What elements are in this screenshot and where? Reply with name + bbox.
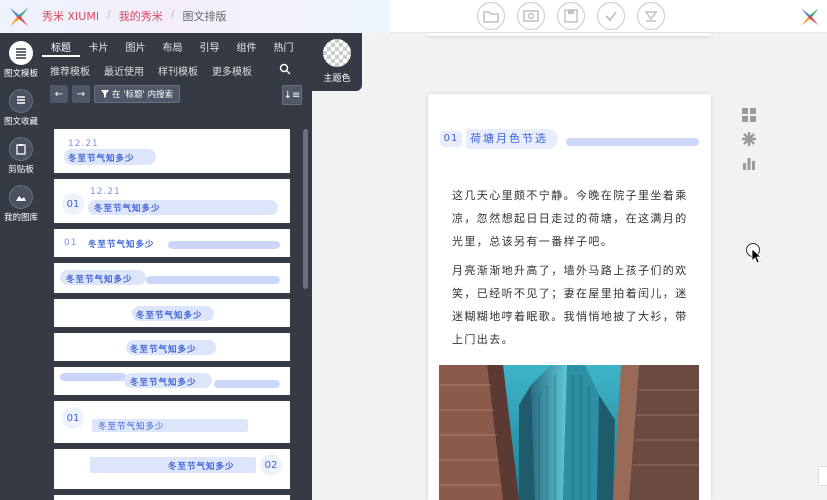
subtab-more[interactable]: 更多模板 — [212, 63, 252, 78]
editor-title-block[interactable]: 01 荷塘月色节选 — [438, 129, 700, 149]
save-icon[interactable] — [557, 2, 585, 30]
category-tabs: 标题 卡片 图片 布局 引导 组件 热门 — [42, 37, 302, 57]
template-card[interactable]: 冬至节气知多少 — [54, 333, 290, 361]
top-bar: 秀米 XIUMI / 我的秀米 / 图文排版 — [0, 0, 827, 33]
rail-item-templates[interactable]: 图文模板 — [0, 41, 42, 79]
image-icon — [9, 185, 33, 209]
asterisk-icon[interactable] — [742, 132, 756, 146]
template-card[interactable]: 冬至节气知多少 02 — [54, 449, 290, 489]
search-icon[interactable] — [279, 63, 291, 75]
theme-color-button[interactable]: 主题色 — [312, 33, 362, 91]
template-card[interactable]: 12.21 冬至节气知多少 — [54, 129, 290, 173]
folder-icon[interactable] — [477, 2, 505, 30]
tab-title[interactable]: 标题 — [42, 37, 80, 57]
breadcrumb-my[interactable]: 我的秀米 — [119, 8, 163, 24]
grid-icon[interactable] — [742, 108, 756, 122]
check-icon[interactable] — [597, 2, 625, 30]
filter-controls: ← → 在 '标题' 内搜索 — [50, 85, 181, 105]
bar-chart-icon[interactable] — [742, 156, 756, 170]
template-card[interactable]: 冬至节气知多少 — [54, 263, 290, 293]
tab-layout[interactable]: 布局 — [154, 37, 191, 57]
clipboard-icon — [9, 137, 33, 161]
tab-image[interactable]: 图片 — [117, 37, 154, 57]
download-icon[interactable] — [637, 2, 665, 30]
filter-icon — [101, 90, 109, 98]
editor-paragraph-2[interactable]: 月亮渐渐地升高了，墙外马路上孩子们的欢笑，已经听不见了；妻在屋里拍着闰儿，迷迷糊… — [452, 259, 688, 351]
tab-guide[interactable]: 引导 — [191, 37, 228, 57]
template-card[interactable] — [54, 495, 290, 500]
skyscraper-image — [439, 365, 699, 500]
editor-title[interactable]: 荷塘月色节选 — [466, 129, 558, 149]
tab-component[interactable]: 组件 — [228, 37, 265, 57]
mouse-cursor-icon — [746, 243, 763, 264]
xiumi-logo-right-icon[interactable] — [798, 5, 822, 29]
tab-hot[interactable]: 热门 — [265, 37, 302, 57]
preview-icon[interactable] — [517, 2, 545, 30]
breadcrumb-brand[interactable]: 秀米 XIUMI — [42, 8, 99, 24]
editor-prev-page-edge — [428, 33, 711, 36]
editor-side-tools — [742, 108, 756, 170]
search-in-category-button[interactable]: 在 '标题' 内搜索 — [94, 85, 181, 103]
editor-building-photo[interactable] — [439, 365, 699, 500]
subtab-recommended[interactable]: 推荐模板 — [50, 63, 90, 78]
rail-item-favorites[interactable]: 图文收藏 — [0, 89, 42, 127]
template-panel: 标题 卡片 图片 布局 引导 组件 热门 推荐模板 最近使用 样刊模板 更多模板… — [42, 33, 312, 500]
transparent-swatch-icon — [323, 39, 351, 67]
bookmark-list-icon — [9, 89, 33, 113]
breadcrumb: 秀米 XIUMI / 我的秀米 / 图文排版 — [42, 8, 227, 24]
editor-title-number: 01 — [440, 131, 462, 147]
prev-button[interactable]: ← — [50, 85, 68, 103]
rail-item-clipboard[interactable]: 剪贴板 — [0, 137, 42, 175]
next-button[interactable]: → — [72, 85, 90, 103]
xiumi-logo-icon[interactable] — [6, 4, 32, 30]
panel-scrollbar[interactable] — [303, 129, 308, 289]
template-card[interactable]: 冬至节气知多少 — [54, 367, 290, 395]
list-icon — [9, 41, 33, 65]
left-rail: 图文模板 图文收藏 剪贴板 我的图库 — [0, 33, 42, 500]
subtab-recent[interactable]: 最近使用 — [104, 63, 144, 78]
sub-tabs: 推荐模板 最近使用 样刊模板 更多模板 — [50, 63, 252, 78]
rail-item-gallery[interactable]: 我的图库 — [0, 185, 42, 223]
template-card[interactable]: 01 冬至节气知多少 — [54, 229, 290, 257]
template-card[interactable]: 01 12.21 冬至节气知多少 — [54, 179, 290, 223]
editor-canvas[interactable]: 01 荷塘月色节选 这几天心里颇不宁静。今晚在院子里坐着乘凉，忽然想起日日走过的… — [428, 94, 711, 500]
editor-paragraph-1[interactable]: 这几天心里颇不宁静。今晚在院子里坐着乘凉，忽然想起日日走过的荷塘，在这满月的光里… — [452, 184, 688, 253]
tab-card[interactable]: 卡片 — [80, 37, 117, 57]
edge-tab[interactable] — [818, 466, 827, 486]
sort-button[interactable]: ↓≡ — [282, 85, 302, 105]
subtab-sample[interactable]: 样刊模板 — [158, 63, 198, 78]
template-card[interactable]: 冬至节气知多少 — [54, 299, 290, 327]
template-card[interactable]: 01 冬至节气知多少 — [54, 401, 290, 443]
breadcrumb-current: 图文排版 — [182, 10, 227, 23]
toolbar — [477, 2, 665, 30]
